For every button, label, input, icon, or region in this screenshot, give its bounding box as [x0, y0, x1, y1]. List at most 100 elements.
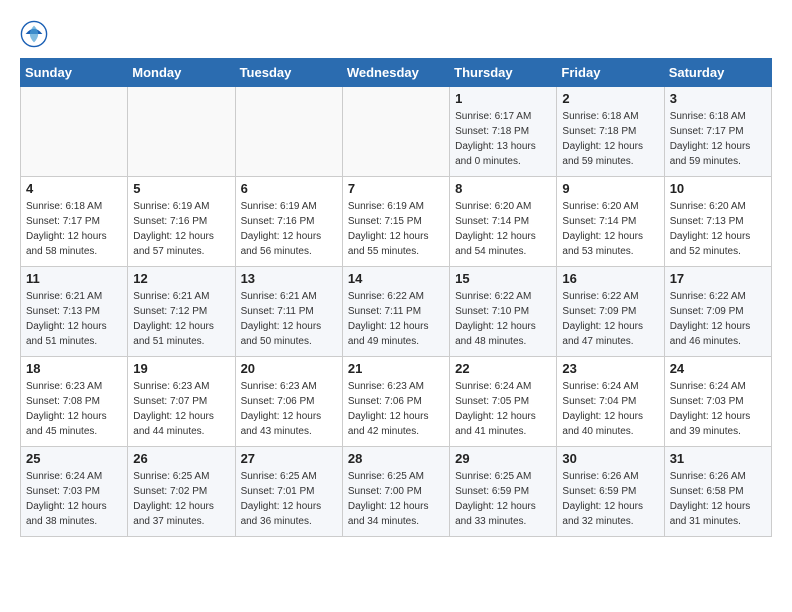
calendar-cell: [235, 87, 342, 177]
day-number: 9: [562, 181, 658, 196]
calendar-cell: 16Sunrise: 6:22 AMSunset: 7:09 PMDayligh…: [557, 267, 664, 357]
calendar-cell: 11 Sunrise: 6:21 AMSunset: 7:13 PMDayligh…: [21, 267, 128, 357]
calendar-cell: 6 Sunrise: 6:19 AMSunset: 7:16 PMDaylight…: [235, 177, 342, 267]
day-number: 23: [562, 361, 658, 376]
calendar-table: SundayMondayTuesdayWednesdayThursdayFrid…: [20, 58, 772, 537]
day-info: Sunrise: 6:25 AMSunset: 6:59 PMDaylight:…: [455, 469, 551, 529]
day-number: 3: [670, 91, 766, 106]
calendar-cell: 30Sunrise: 6:26 AMSunset: 6:59 PMDayligh…: [557, 447, 664, 537]
day-number: 24: [670, 361, 766, 376]
day-info: Sunrise: 6:22 AMSunset: 7:09 PMDaylight:…: [670, 289, 766, 349]
day-number: 21: [348, 361, 444, 376]
day-number: 8: [455, 181, 551, 196]
day-number: 15: [455, 271, 551, 286]
day-number: 13: [241, 271, 337, 286]
day-info: Sunrise: 6:24 AMSunset: 7:04 PMDaylight:…: [562, 379, 658, 439]
day-header-thursday: Thursday: [450, 59, 557, 87]
day-number: 20: [241, 361, 337, 376]
day-number: 29: [455, 451, 551, 466]
calendar-week-row: 11 Sunrise: 6:21 AMSunset: 7:13 PMDayligh…: [21, 267, 772, 357]
day-info: Sunrise: 6:21 AMSunset: 7:11 PMDaylight:…: [241, 289, 337, 349]
calendar-week-row: 4 Sunrise: 6:18 AMSunset: 7:17 PMDaylight…: [21, 177, 772, 267]
day-number: 2: [562, 91, 658, 106]
calendar-cell: 1 Sunrise: 6:17 AMSunset: 7:18 PMDaylight…: [450, 87, 557, 177]
calendar-cell: 10 Sunrise: 6:20 AMSunset: 7:13 PMDayligh…: [664, 177, 771, 267]
calendar-cell: 22 Sunrise: 6:24 AMSunset: 7:05 PMDayligh…: [450, 357, 557, 447]
day-info: Sunrise: 6:23 AMSunset: 7:06 PMDaylight:…: [348, 379, 444, 439]
day-info: Sunrise: 6:25 AMSunset: 7:00 PMDaylight:…: [348, 469, 444, 529]
day-number: 27: [241, 451, 337, 466]
day-header-wednesday: Wednesday: [342, 59, 449, 87]
day-number: 18: [26, 361, 122, 376]
day-info: Sunrise: 6:21 AMSunset: 7:13 PMDaylight:…: [26, 289, 122, 349]
calendar-cell: 23 Sunrise: 6:24 AMSunset: 7:04 PMDayligh…: [557, 357, 664, 447]
day-info: Sunrise: 6:22 AMSunset: 7:10 PMDaylight:…: [455, 289, 551, 349]
calendar-cell: 18 Sunrise: 6:23 AMSunset: 7:08 PMDayligh…: [21, 357, 128, 447]
day-info: Sunrise: 6:24 AMSunset: 7:05 PMDaylight:…: [455, 379, 551, 439]
calendar-cell: 14Sunrise: 6:22 AMSunset: 7:11 PMDayligh…: [342, 267, 449, 357]
day-number: 25: [26, 451, 122, 466]
day-number: 6: [241, 181, 337, 196]
day-number: 11: [26, 271, 122, 286]
day-info: Sunrise: 6:25 AMSunset: 7:02 PMDaylight:…: [133, 469, 229, 529]
day-number: 19: [133, 361, 229, 376]
day-info: Sunrise: 6:22 AMSunset: 7:11 PMDaylight:…: [348, 289, 444, 349]
calendar-cell: 7Sunrise: 6:19 AMSunset: 7:15 PMDaylight…: [342, 177, 449, 267]
calendar-cell: [342, 87, 449, 177]
calendar-cell: 13 Sunrise: 6:21 AMSunset: 7:11 PMDayligh…: [235, 267, 342, 357]
day-number: 17: [670, 271, 766, 286]
day-number: 30: [562, 451, 658, 466]
calendar-cell: 29 Sunrise: 6:25 AMSunset: 6:59 PMDayligh…: [450, 447, 557, 537]
day-info: Sunrise: 6:21 AMSunset: 7:12 PMDaylight:…: [133, 289, 229, 349]
calendar-cell: 4 Sunrise: 6:18 AMSunset: 7:17 PMDaylight…: [21, 177, 128, 267]
calendar-cell: 2 Sunrise: 6:18 AMSunset: 7:18 PMDaylight…: [557, 87, 664, 177]
calendar-cell: 5 Sunrise: 6:19 AMSunset: 7:16 PMDaylight…: [128, 177, 235, 267]
calendar-week-row: 1 Sunrise: 6:17 AMSunset: 7:18 PMDaylight…: [21, 87, 772, 177]
day-info: Sunrise: 6:20 AMSunset: 7:14 PMDaylight:…: [562, 199, 658, 259]
day-header-saturday: Saturday: [664, 59, 771, 87]
calendar-cell: 25 Sunrise: 6:24 AMSunset: 7:03 PMDayligh…: [21, 447, 128, 537]
day-info: Sunrise: 6:19 AMSunset: 7:16 PMDaylight:…: [133, 199, 229, 259]
day-info: Sunrise: 6:20 AMSunset: 7:13 PMDaylight:…: [670, 199, 766, 259]
day-header-friday: Friday: [557, 59, 664, 87]
day-info: Sunrise: 6:19 AMSunset: 7:16 PMDaylight:…: [241, 199, 337, 259]
calendar-cell: 20 Sunrise: 6:23 AMSunset: 7:06 PMDayligh…: [235, 357, 342, 447]
calendar-week-row: 25 Sunrise: 6:24 AMSunset: 7:03 PMDayligh…: [21, 447, 772, 537]
day-number: 12: [133, 271, 229, 286]
day-info: Sunrise: 6:24 AMSunset: 7:03 PMDaylight:…: [26, 469, 122, 529]
day-number: 22: [455, 361, 551, 376]
day-number: 10: [670, 181, 766, 196]
calendar-cell: 17 Sunrise: 6:22 AMSunset: 7:09 PMDayligh…: [664, 267, 771, 357]
logo: [20, 20, 52, 48]
logo-icon: [20, 20, 48, 48]
calendar-cell: 31Sunrise: 6:26 AMSunset: 6:58 PMDayligh…: [664, 447, 771, 537]
day-header-monday: Monday: [128, 59, 235, 87]
day-number: 26: [133, 451, 229, 466]
day-info: Sunrise: 6:23 AMSunset: 7:06 PMDaylight:…: [241, 379, 337, 439]
day-number: 28: [348, 451, 444, 466]
calendar-cell: 27 Sunrise: 6:25 AMSunset: 7:01 PMDayligh…: [235, 447, 342, 537]
calendar-cell: 15 Sunrise: 6:22 AMSunset: 7:10 PMDayligh…: [450, 267, 557, 357]
day-number: 4: [26, 181, 122, 196]
day-info: Sunrise: 6:18 AMSunset: 7:17 PMDaylight:…: [26, 199, 122, 259]
day-info: Sunrise: 6:20 AMSunset: 7:14 PMDaylight:…: [455, 199, 551, 259]
calendar-cell: 8 Sunrise: 6:20 AMSunset: 7:14 PMDaylight…: [450, 177, 557, 267]
day-header-sunday: Sunday: [21, 59, 128, 87]
calendar-header-row: SundayMondayTuesdayWednesdayThursdayFrid…: [21, 59, 772, 87]
calendar-cell: 26 Sunrise: 6:25 AMSunset: 7:02 PMDayligh…: [128, 447, 235, 537]
day-number: 16: [562, 271, 658, 286]
day-info: Sunrise: 6:23 AMSunset: 7:08 PMDaylight:…: [26, 379, 122, 439]
day-info: Sunrise: 6:25 AMSunset: 7:01 PMDaylight:…: [241, 469, 337, 529]
day-info: Sunrise: 6:17 AMSunset: 7:18 PMDaylight:…: [455, 109, 551, 169]
calendar-week-row: 18 Sunrise: 6:23 AMSunset: 7:08 PMDayligh…: [21, 357, 772, 447]
day-info: Sunrise: 6:26 AMSunset: 6:58 PMDaylight:…: [670, 469, 766, 529]
day-info: Sunrise: 6:18 AMSunset: 7:17 PMDaylight:…: [670, 109, 766, 169]
calendar-cell: 3 Sunrise: 6:18 AMSunset: 7:17 PMDaylight…: [664, 87, 771, 177]
day-number: 1: [455, 91, 551, 106]
day-info: Sunrise: 6:19 AMSunset: 7:15 PMDaylight:…: [348, 199, 444, 259]
calendar-cell: 9 Sunrise: 6:20 AMSunset: 7:14 PMDaylight…: [557, 177, 664, 267]
calendar-cell: 12 Sunrise: 6:21 AMSunset: 7:12 PMDayligh…: [128, 267, 235, 357]
day-info: Sunrise: 6:18 AMSunset: 7:18 PMDaylight:…: [562, 109, 658, 169]
calendar-cell: 19Sunrise: 6:23 AMSunset: 7:07 PMDayligh…: [128, 357, 235, 447]
day-number: 5: [133, 181, 229, 196]
